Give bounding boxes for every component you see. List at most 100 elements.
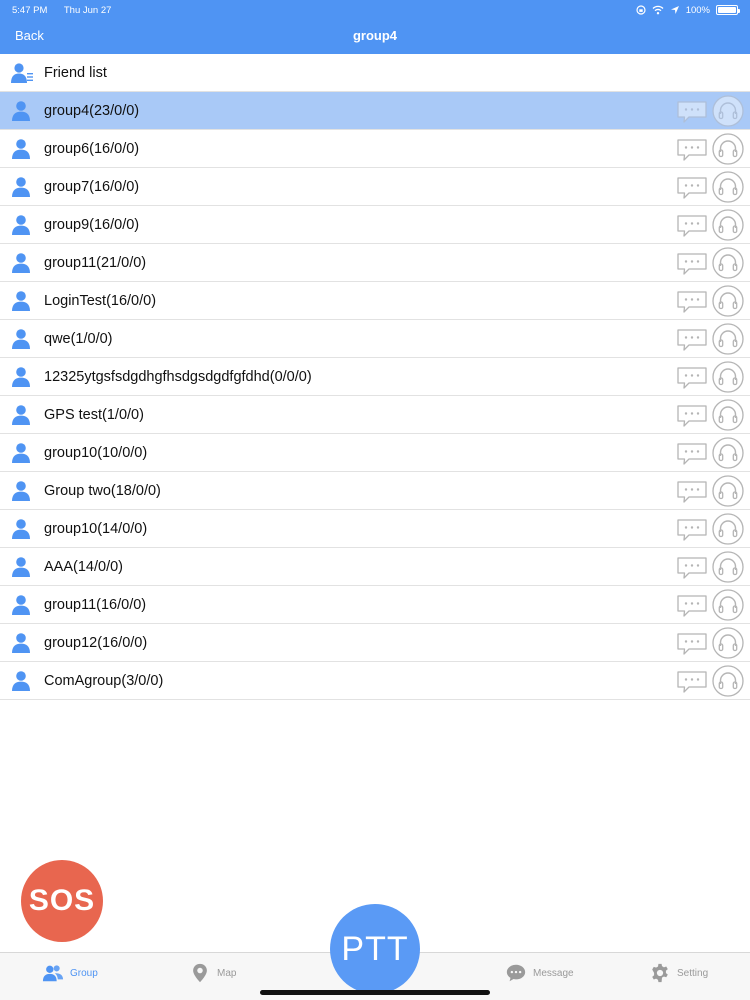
tab-setting-label: Setting <box>677 967 709 979</box>
people-icon <box>42 965 64 982</box>
person-icon <box>12 139 30 159</box>
person-icon <box>12 595 30 615</box>
person-icon <box>12 329 30 349</box>
chat-icon[interactable] <box>676 214 708 238</box>
page-title: group4 <box>352 28 398 43</box>
person-icon <box>12 253 30 273</box>
navigation-bar: 5:47 PM Thu Jun 27 100% Back group4 <box>0 0 750 54</box>
group-row[interactable]: group11(16/0/0) <box>0 586 750 624</box>
group-label: group10(10/0/0) <box>44 445 148 461</box>
headset-icon[interactable] <box>712 437 744 469</box>
group-row[interactable]: group9(16/0/0) <box>0 206 750 244</box>
chat-bubble-icon <box>506 964 526 982</box>
person-icon <box>12 215 30 235</box>
chat-icon[interactable] <box>676 632 708 656</box>
chat-icon[interactable] <box>676 252 708 276</box>
group-row[interactable]: 12325ytgsfsdgdhgfhsdgsdgdfgfdhd(0/0/0) <box>0 358 750 396</box>
location-arrow-icon <box>670 6 679 14</box>
group-label: group10(14/0/0) <box>44 521 148 537</box>
group-row[interactable]: AAA(14/0/0) <box>0 548 750 586</box>
tab-group[interactable]: Group <box>42 959 98 987</box>
group-label: group12(16/0/0) <box>44 635 148 651</box>
group-label: group6(16/0/0) <box>44 141 140 157</box>
chat-icon[interactable] <box>676 366 708 390</box>
tab-message[interactable]: Message <box>505 959 574 987</box>
status-time: 5:47 PM <box>12 4 48 16</box>
group-row[interactable]: LoginTest(16/0/0) <box>0 282 750 320</box>
group-label: GPS test(1/0/0) <box>44 407 144 423</box>
group-row[interactable]: ComAgroup(3/0/0) <box>0 662 750 700</box>
person-icon <box>12 671 30 691</box>
person-icon <box>12 557 30 577</box>
headset-icon[interactable] <box>712 399 744 431</box>
headset-icon[interactable] <box>712 475 744 507</box>
group-label: group11(16/0/0) <box>44 597 147 613</box>
group-label: group4(23/0/0) <box>44 103 140 119</box>
chat-icon[interactable] <box>676 594 708 618</box>
group-label: ComAgroup(3/0/0) <box>44 673 164 689</box>
group-label: AAA(14/0/0) <box>44 559 123 575</box>
chat-icon[interactable] <box>676 138 708 162</box>
chat-icon[interactable] <box>676 100 708 124</box>
group-row[interactable]: group12(16/0/0) <box>0 624 750 662</box>
chat-icon[interactable] <box>676 404 708 428</box>
wifi-icon <box>652 5 664 15</box>
headset-icon[interactable] <box>712 247 744 279</box>
group-row[interactable]: group4(23/0/0) <box>0 92 750 130</box>
sos-button[interactable]: SOS <box>21 860 103 942</box>
gear-icon <box>652 963 668 983</box>
group-row[interactable]: GPS test(1/0/0) <box>0 396 750 434</box>
group-label: 12325ytgsfsdgdhgfhsdgsdgdfgfdhd(0/0/0) <box>44 369 312 385</box>
headset-icon[interactable] <box>712 133 744 165</box>
headset-icon[interactable] <box>712 95 744 127</box>
tab-message-label: Message <box>533 967 574 979</box>
headset-icon[interactable] <box>712 285 744 317</box>
battery-percentage: 100% <box>685 4 710 16</box>
home-indicator <box>260 990 490 995</box>
person-icon <box>12 481 30 501</box>
chat-icon[interactable] <box>676 518 708 542</box>
headset-icon[interactable] <box>712 551 744 583</box>
headset-icon[interactable] <box>712 627 744 659</box>
headset-icon[interactable] <box>712 513 744 545</box>
headset-icon[interactable] <box>712 665 744 697</box>
person-icon <box>12 443 30 463</box>
tab-map[interactable]: Map <box>189 959 236 987</box>
status-bar: 5:47 PM Thu Jun 27 100% <box>12 3 740 17</box>
group-row[interactable]: group6(16/0/0) <box>0 130 750 168</box>
person-icon <box>12 519 30 539</box>
person-icon <box>12 405 30 425</box>
chat-icon[interactable] <box>676 328 708 352</box>
chat-icon[interactable] <box>676 442 708 466</box>
group-row[interactable]: qwe(1/0/0) <box>0 320 750 358</box>
tab-group-label: Group <box>70 967 98 979</box>
friend-list-label: Friend list <box>44 65 107 81</box>
group-label: qwe(1/0/0) <box>44 331 113 347</box>
group-label: Group two(18/0/0) <box>44 483 161 499</box>
group-row[interactable]: group7(16/0/0) <box>0 168 750 206</box>
group-row[interactable]: group11(21/0/0) <box>0 244 750 282</box>
person-icon <box>12 101 30 121</box>
chat-icon[interactable] <box>676 670 708 694</box>
headset-icon[interactable] <box>712 171 744 203</box>
person-icon <box>12 177 30 197</box>
person-icon <box>12 367 30 387</box>
chat-icon[interactable] <box>676 480 708 504</box>
group-list: Friend list group4(23/0/0) group6(16/0/0)… <box>0 54 750 700</box>
headset-icon[interactable] <box>712 209 744 241</box>
headset-icon[interactable] <box>712 361 744 393</box>
tab-map-label: Map <box>217 967 237 979</box>
chat-icon[interactable] <box>676 176 708 200</box>
group-row[interactable]: group10(14/0/0) <box>0 510 750 548</box>
group-row[interactable]: Group two(18/0/0) <box>0 472 750 510</box>
headset-icon[interactable] <box>712 323 744 355</box>
group-label: group7(16/0/0) <box>44 179 140 195</box>
group-label: group9(16/0/0) <box>44 217 140 233</box>
chat-icon[interactable] <box>676 556 708 580</box>
friend-list-row[interactable]: Friend list <box>0 54 750 92</box>
headset-icon[interactable] <box>712 589 744 621</box>
chat-icon[interactable] <box>676 290 708 314</box>
tab-setting[interactable]: Setting <box>649 959 708 987</box>
ptt-button[interactable]: PTT <box>330 904 420 994</box>
group-row[interactable]: group10(10/0/0) <box>0 434 750 472</box>
